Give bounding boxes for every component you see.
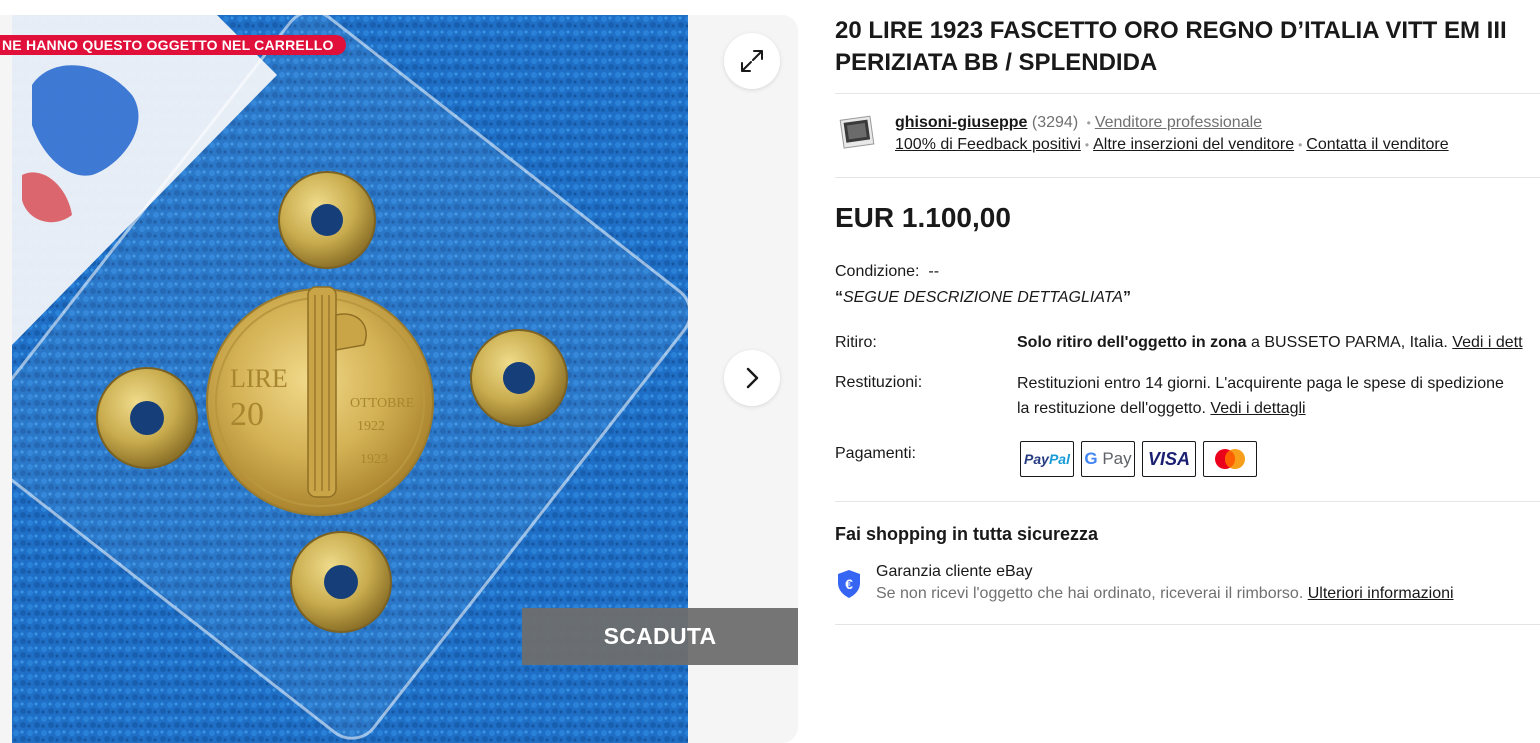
- open-quote: “: [835, 289, 843, 306]
- pickup-value: Solo ritiro dell'oggetto in zona a BUSSE…: [1017, 330, 1523, 355]
- returns-value: Restituzioni entro 14 giorni. L'acquiren…: [1017, 371, 1504, 421]
- returns-line1: Restituzioni entro 14 giorni. L'acquiren…: [1017, 375, 1504, 392]
- cart-count-banner: NE HANNO QUESTO OGGETTO NEL CARRELLO: [0, 35, 346, 55]
- expired-overlay: SCADUTA: [522, 608, 798, 665]
- contact-seller-link[interactable]: Contatta il venditore: [1306, 136, 1448, 153]
- next-image-button[interactable]: [724, 350, 780, 406]
- seller-type-link[interactable]: Venditore professionale: [1095, 114, 1262, 131]
- svg-text:OTTOBRE: OTTOBRE: [350, 396, 414, 411]
- euro-shield-icon: €: [838, 570, 860, 598]
- pickup-bold: Solo ritiro dell'oggetto in zona: [1017, 334, 1247, 351]
- seller-info-line: ghisoni-giuseppe (3294) • Venditore profe…: [895, 113, 1262, 133]
- svg-text:€: €: [845, 576, 853, 592]
- mastercard-circles-icon: [1215, 449, 1245, 469]
- svg-text:20: 20: [230, 396, 264, 433]
- item-title-line2: PERIZIATA BB / SPLENDIDA: [835, 49, 1158, 76]
- item-title: 20 LIRE 1923 FASCETTO ORO REGNO D’ITALIA…: [835, 15, 1540, 79]
- condition-row: Condizione: --: [835, 261, 939, 283]
- seller-links-line: 100% di Feedback positivi • Altre inserzio…: [895, 135, 1449, 155]
- google-pay-icon: G Pay: [1081, 441, 1135, 477]
- payment-methods: PayPal G Pay VISA: [1020, 441, 1257, 477]
- divider: [835, 93, 1540, 94]
- divider: [835, 501, 1540, 502]
- returns-line2: la restituzione dell'oggetto.: [1017, 400, 1211, 417]
- condition-note-text: SEGUE DESCRIZIONE DETTAGLIATA: [843, 289, 1124, 306]
- seller-feedback-link[interactable]: 100% di Feedback positivi: [895, 136, 1081, 153]
- visa-icon: VISA: [1142, 441, 1196, 477]
- returns-label: Restituzioni:: [835, 374, 923, 391]
- separator-dot: •: [1298, 138, 1303, 152]
- image-gallery: LIRE 20 OTTOBRE 1922 1923 NE HANNO QUEST…: [0, 15, 798, 743]
- item-price: EUR 1.100,00: [835, 202, 1011, 233]
- close-quote: ”: [1123, 289, 1132, 306]
- expand-arrows-icon: [741, 50, 763, 72]
- seller-avatar[interactable]: [839, 112, 877, 152]
- divider: [835, 177, 1540, 178]
- chevron-right-icon: [746, 367, 759, 389]
- seller-score: (3294): [1031, 114, 1079, 131]
- svg-text:1922: 1922: [357, 419, 385, 434]
- guarantee-description: Se non ricevi l'oggetto che hai ordinato…: [876, 583, 1454, 605]
- guarantee-more-info-link[interactable]: Ulteriori informazioni: [1308, 585, 1454, 602]
- guarantee-text: Se non ricevi l'oggetto che hai ordinato…: [876, 585, 1308, 602]
- divider: [835, 624, 1540, 625]
- separator-dot: •: [1084, 138, 1090, 152]
- condition-note: “SEGUE DESCRIZIONE DETTAGLIATA”: [835, 287, 1131, 309]
- mastercard-icon: [1203, 441, 1257, 477]
- returns-details-link[interactable]: Vedi i dettagli: [1210, 400, 1305, 417]
- expand-image-button[interactable]: [724, 33, 780, 89]
- pickup-details-link[interactable]: Vedi i dett: [1452, 334, 1522, 351]
- guarantee-title: Garanzia cliente eBay: [876, 563, 1033, 580]
- svg-text:LIRE: LIRE: [230, 364, 288, 393]
- safe-shopping-title: Fai shopping in tutta sicurezza: [835, 524, 1099, 544]
- svg-text:1923: 1923: [360, 452, 388, 467]
- seller-other-listings-link[interactable]: Altre inserzioni del venditore: [1093, 136, 1294, 153]
- condition-value: --: [928, 263, 940, 280]
- payments-label: Pagamenti:: [835, 445, 916, 462]
- condition-label: Condizione:: [835, 263, 920, 280]
- separator-dot: •: [1086, 116, 1091, 130]
- seller-name-link[interactable]: ghisoni-giuseppe: [895, 114, 1027, 131]
- pickup-location: a BUSSETO PARMA, Italia.: [1246, 334, 1453, 351]
- paypal-icon: PayPal: [1020, 441, 1074, 477]
- item-title-line1: 20 LIRE 1923 FASCETTO ORO REGNO D’ITALIA…: [835, 17, 1507, 44]
- pickup-label: Ritiro:: [835, 334, 877, 351]
